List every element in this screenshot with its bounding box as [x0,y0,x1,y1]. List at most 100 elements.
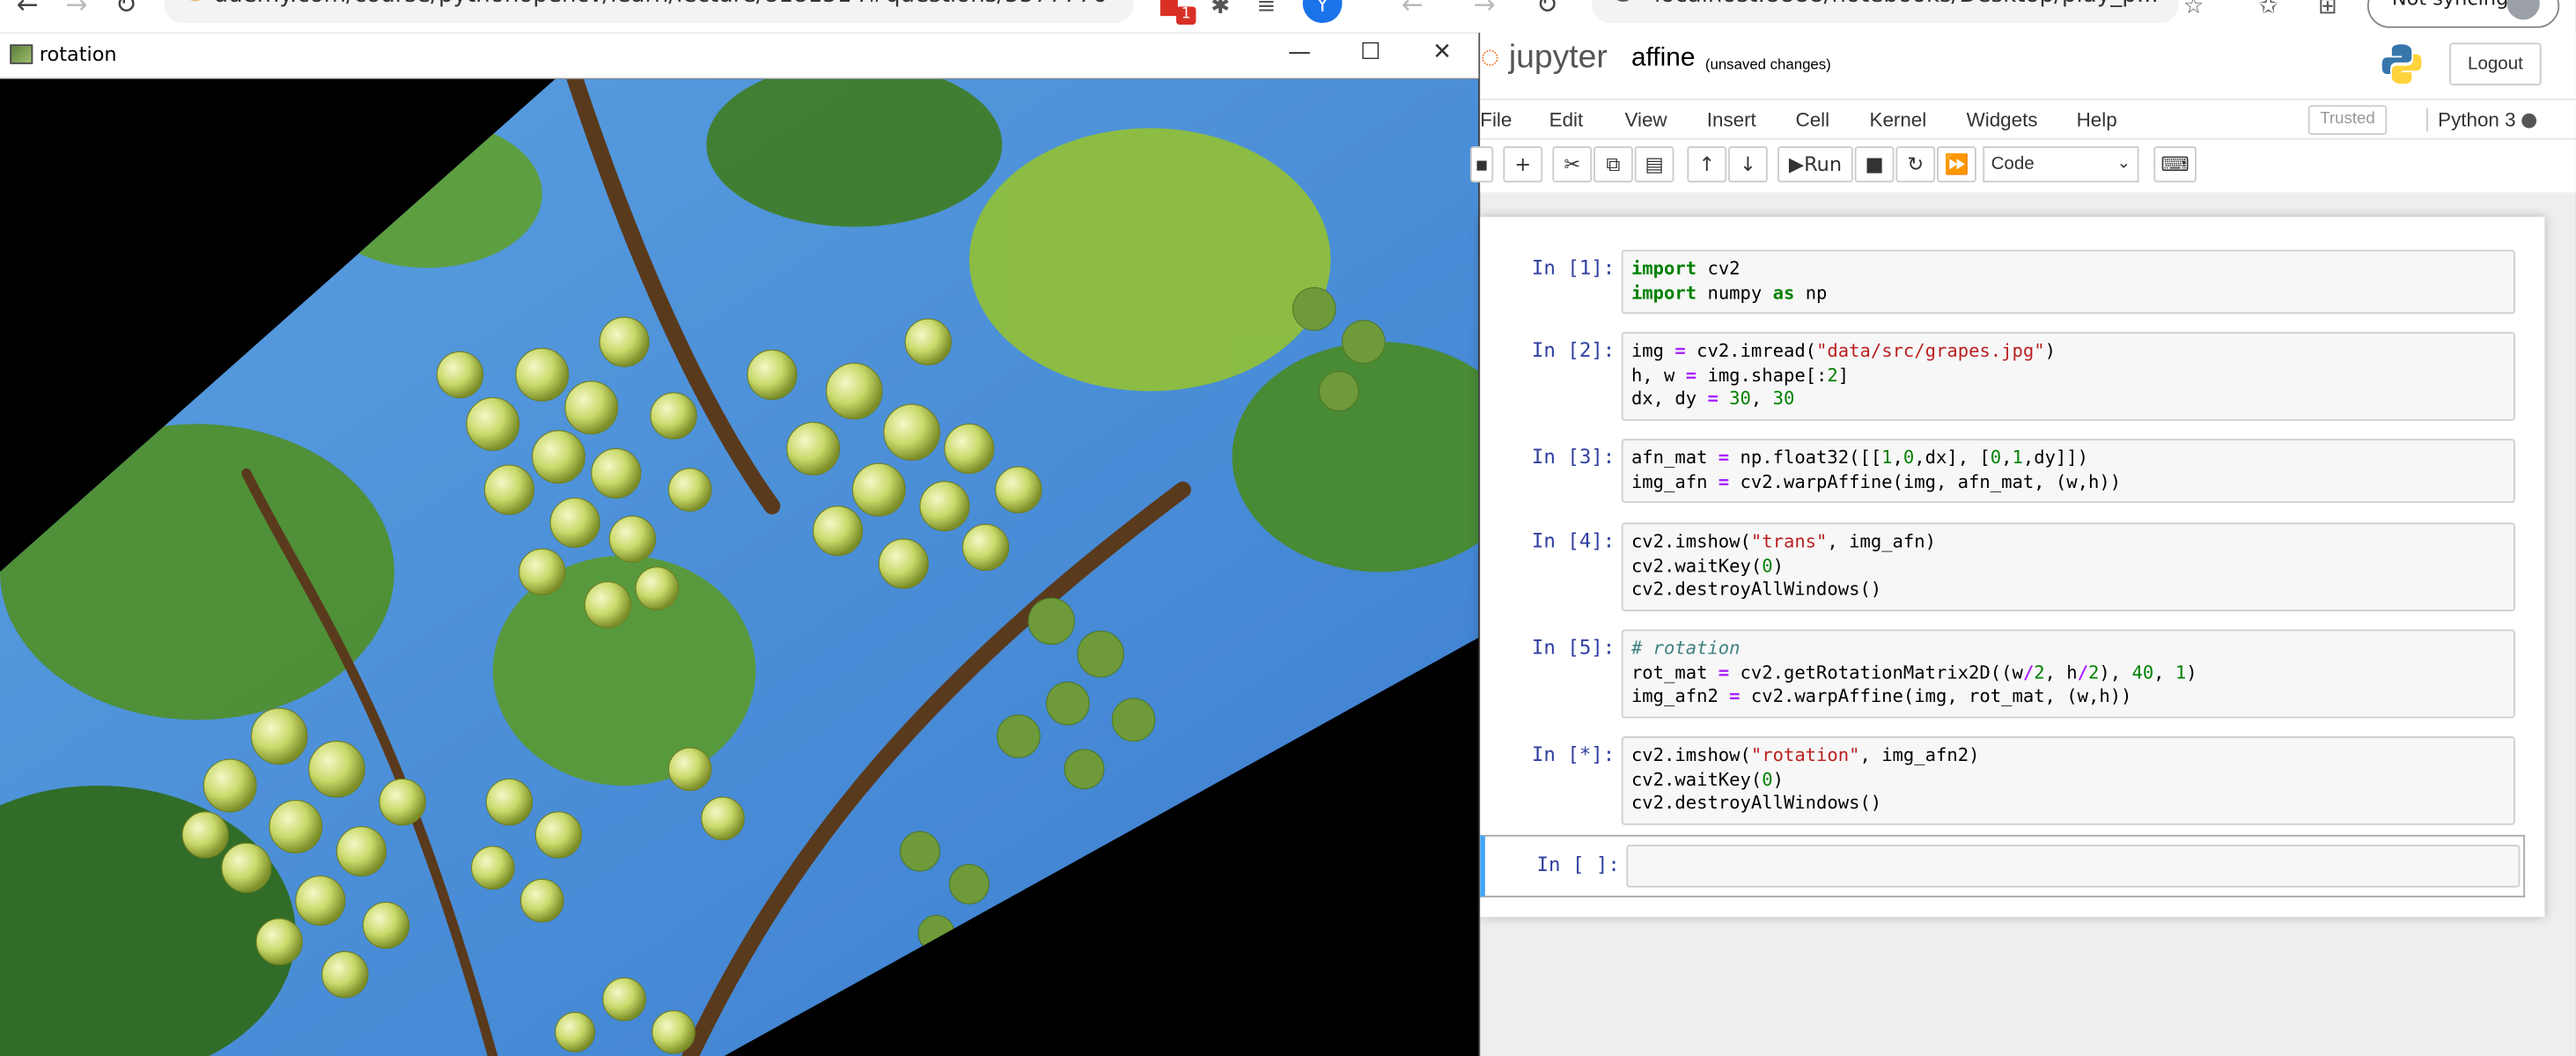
code-token: = [1729,685,1741,707]
back-arrow-icon[interactable]: ← [1402,0,1424,21]
code-token: cv2 [1696,257,1741,280]
code-token: "trans" [1750,530,1828,552]
code-token: 1 [2175,661,2187,683]
code-token: cv2.warpAffine(img, rot_mat, (w,h)) [1740,685,2132,707]
address-bar[interactable]: i localhost:8888/notebooks/Desktop/play_… [1592,0,2179,24]
code-token: = [1707,388,1719,410]
jupyter-toolbar: ▪ + ✂ ⧉ ▤ ↑ ↓ ▶Run ■ ↻ ⏩ Code ⌄ ⌨ [1470,139,2576,193]
cell-prompt: In [3]: [1531,445,1616,469]
cell-prompt: In [2]: [1531,338,1616,362]
code-token: 0 [1990,447,2002,469]
cell-type-select[interactable]: Code ⌄ [1983,146,2139,183]
restart-icon[interactable]: ↻ [1895,146,1936,183]
menu-view[interactable]: View [1624,108,1667,131]
code-input[interactable]: import cv2 import numpy as np [1621,249,2515,314]
code-token: , [1892,447,1903,469]
close-button[interactable]: ✕ [1432,40,1452,66]
menu-insert[interactable]: Insert [1707,108,1756,131]
code-token: cv2.waitKey( [1630,554,1763,577]
bookmark-star-icon[interactable]: ☆ [1094,0,1115,6]
code-token: "rotation" [1750,744,1860,766]
code-token: 2 [2088,661,2100,683]
code-input[interactable]: cv2.imshow("trans", img_afn) cv2.waitKey… [1621,522,2515,612]
menu-kernel[interactable]: Kernel [1870,108,1927,131]
code-token: cv2.destroyAllWindows() [1630,792,1882,814]
cut-icon[interactable]: ✂ [1552,146,1593,183]
restart-run-all-icon[interactable]: ⏩ [1937,146,1976,183]
code-token: 2 [1827,364,1838,386]
code-token: = [1718,470,1730,492]
menu-widgets[interactable]: Widgets [1967,108,2038,131]
code-token: dx, dy [1630,388,1708,410]
image-window-titlebar[interactable]: rotation — ☐ ✕ [0,33,1479,79]
code-token: np.float32([[ [1729,447,1882,469]
sync-status-button[interactable]: Not syncing [2366,0,2560,28]
code-token: = [1718,661,1730,683]
jupyter-logo-text: jupyter [1508,39,1608,76]
trusted-indicator[interactable]: Trusted [2307,105,2388,136]
menu-cell[interactable]: Cell [1796,108,1830,131]
code-token: ,dx], [ [1914,447,1991,469]
paste-icon[interactable]: ▤ [1634,146,1674,183]
code-input[interactable] [1626,845,2521,888]
code-token: = [1674,340,1686,362]
address-bar[interactable]: 🔒 udemy.com/course/pythonopencv/learn/le… [164,0,1134,24]
profile-avatar[interactable]: Y [1302,0,1343,24]
lock-icon: 🔒 [184,0,207,2]
sync-label: Not syncing [2392,0,2508,10]
kernel-busy-indicator [2521,113,2537,129]
code-token: cv2.destroyAllWindows() [1630,578,1882,601]
code-token: img_afn [1630,470,1719,492]
move-up-icon[interactable]: ↑ [1687,146,1727,183]
code-token: cv2.getRotationMatrix2D((w [1729,661,2023,683]
menu-file[interactable]: File [1480,108,1512,131]
move-down-icon[interactable]: ↓ [1728,146,1768,183]
add-to-favorites-icon[interactable]: ☆ [2183,0,2204,19]
extensions-puzzle-icon[interactable]: ✱ [1211,0,1230,19]
code-input[interactable]: cv2.imshow("rotation", img_afn2) cv2.wai… [1621,735,2515,825]
keyboard-shortcuts-icon[interactable]: ⌨ [2153,146,2197,183]
code-input[interactable]: img = cv2.imread("data/src/grapes.jpg") … [1621,331,2515,421]
profile-avatar [2506,0,2540,20]
code-token: = [1718,447,1730,469]
save-icon[interactable]: ▪ [1470,146,1494,183]
active-code-cell[interactable]: In [ ]: [1480,834,2526,897]
rotated-grapes-image [0,78,1479,1056]
run-button[interactable]: ▶Run [1777,146,1853,183]
code-token: np [1794,282,1828,304]
site-info-icon[interactable]: i [1611,0,1635,2]
back-arrow-icon[interactable]: ← [17,0,39,21]
cell-prompt: In [1]: [1531,256,1616,280]
jupyter-logo[interactable]: ◌ jupyter [1480,40,1608,78]
reading-list-icon[interactable]: ≡ [1256,0,1276,19]
favorites-icon[interactable]: ✩ [2259,0,2278,19]
interrupt-icon[interactable]: ■ [1854,146,1895,183]
copy-icon[interactable]: ⧉ [1593,146,1633,183]
maximize-button[interactable]: ☐ [1360,40,1380,66]
menu-edit[interactable]: Edit [1549,108,1584,131]
code-input[interactable]: # rotation rot_mat = cv2.getRotationMatr… [1621,629,2515,719]
notebook-name[interactable]: affine [1631,44,1696,74]
forward-arrow-icon[interactable]: → [1474,0,1496,21]
code-token: img_afn2 [1630,685,1730,707]
code-input[interactable]: afn_mat = np.float32([[1,0,dx], [0,1,dy]… [1621,439,2515,503]
code-comment: # rotation [1630,638,1741,660]
reload-icon[interactable]: ↻ [115,0,137,21]
code-token: = [1685,364,1697,386]
image-window-icon [10,44,33,64]
insert-cell-icon[interactable]: + [1503,146,1543,183]
code-token: , img_afn) [1827,530,1936,552]
notebook-container: In [1]: import cv2 import numpy as np In… [1480,217,2545,918]
forward-arrow-icon[interactable]: → [66,0,88,21]
code-token: 1 [1881,447,1893,469]
collections-icon[interactable]: ⊞ [2318,0,2337,19]
reload-icon[interactable]: ↻ [1536,0,1558,21]
menu-help[interactable]: Help [2077,108,2117,131]
logout-button[interactable]: Logout [2449,42,2542,86]
code-token: rot_mat [1630,661,1719,683]
cell-prompt: In [ ]: [1536,853,1620,876]
code-token: cv2.imread( [1685,340,1817,362]
cell-prompt: In [*]: [1531,742,1616,766]
minimize-button[interactable]: — [1288,40,1311,66]
image-window[interactable]: rotation — ☐ ✕ [0,33,1481,1056]
